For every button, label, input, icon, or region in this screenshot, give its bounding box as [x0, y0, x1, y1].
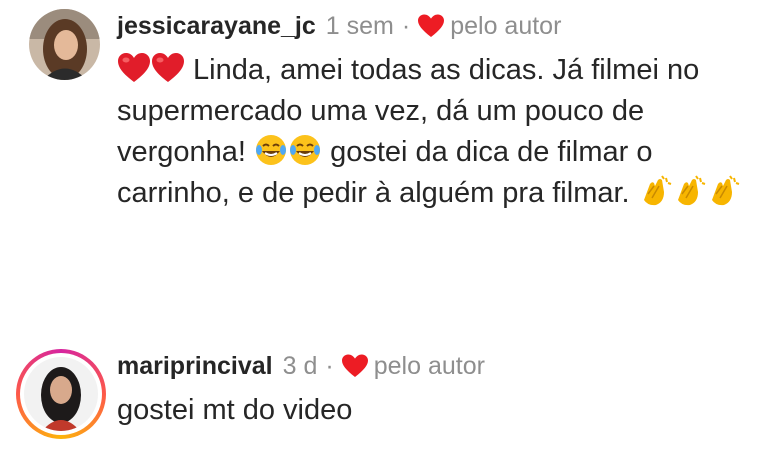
timestamp: 3 d [282, 352, 318, 380]
liked-by-author-label: pelo autor [373, 352, 485, 380]
comment-item: mariprincival 3 d · pelo autor gostei mt… [0, 340, 780, 450]
liked-by-author-label: pelo autor [450, 12, 562, 40]
tears-of-joy-emoji [254, 133, 288, 167]
story-ring[interactable] [16, 349, 106, 439]
clapping-hands-emoji [706, 174, 740, 208]
heart-icon [418, 14, 445, 38]
heart-icon [341, 354, 368, 378]
separator: · [401, 12, 411, 40]
avatar[interactable] [24, 357, 98, 431]
username[interactable]: mariprincival [117, 351, 273, 381]
clapping-hands-emoji [672, 174, 706, 208]
comment-meta: mariprincival 3 d · pelo autor [117, 351, 485, 381]
comment-text: Linda, amei todas as dicas. Já filmei no… [117, 50, 767, 214]
tears-of-joy-emoji [288, 133, 322, 167]
comment-meta: jessicarayane_jc 1 sem · pelo autor [117, 11, 561, 41]
comment-item: jessicarayane_jc 1 sem · pelo autor Lind… [0, 0, 780, 280]
avatar[interactable] [29, 9, 100, 80]
red-heart-emoji [151, 51, 185, 85]
separator: · [325, 352, 334, 380]
red-heart-emoji [117, 51, 151, 85]
clapping-hands-emoji [638, 174, 672, 208]
timestamp: 1 sem [325, 12, 394, 40]
username[interactable]: jessicarayane_jc [117, 11, 316, 41]
comment-text: gostei mt do video [117, 394, 353, 426]
